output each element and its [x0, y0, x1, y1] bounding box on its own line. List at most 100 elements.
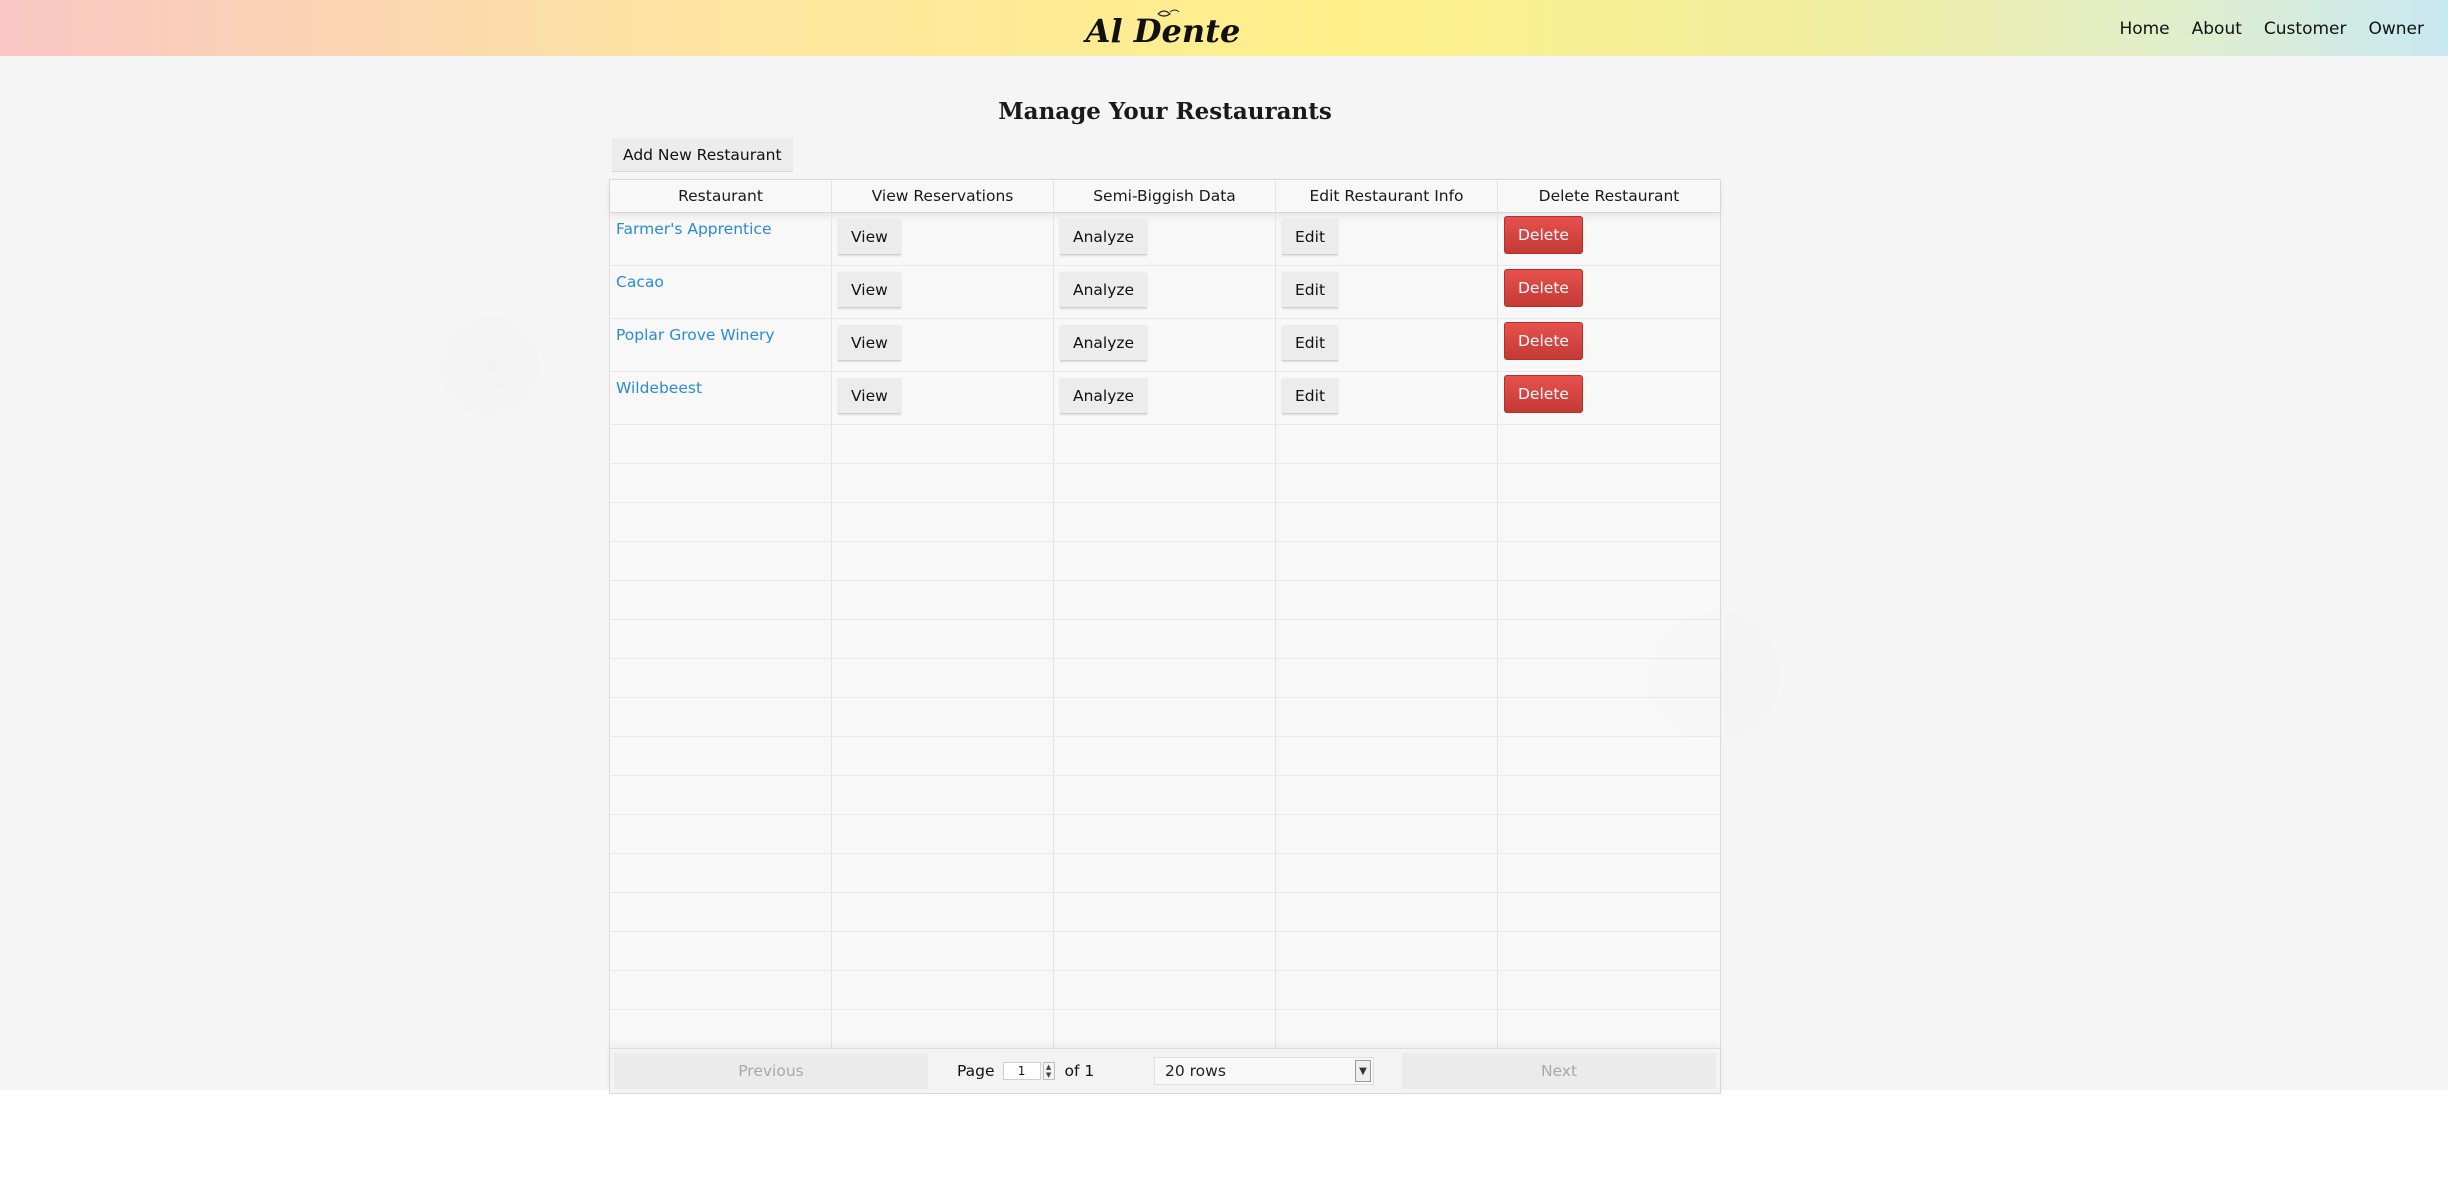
column-header-edit-restaurant-info[interactable]: Edit Restaurant Info: [1276, 180, 1498, 212]
empty-table-row: [610, 737, 1720, 776]
view-reservations-button[interactable]: View: [838, 272, 901, 308]
empty-cell: [1276, 542, 1498, 580]
empty-cell: [1276, 659, 1498, 697]
empty-table-row: [610, 503, 1720, 542]
spinner-down-icon[interactable]: ▼: [1044, 1071, 1054, 1079]
empty-cell: [832, 737, 1054, 775]
empty-cell: [1054, 854, 1276, 892]
empty-cell: [832, 581, 1054, 619]
column-header-delete-restaurant[interactable]: Delete Restaurant: [1498, 180, 1720, 212]
logo[interactable]: Al Dente: [1058, 4, 1268, 52]
analyze-button[interactable]: Analyze: [1060, 325, 1148, 361]
empty-cell: [1276, 893, 1498, 931]
empty-cell: [1498, 620, 1720, 658]
empty-cell: [610, 620, 832, 658]
empty-cell: [1498, 581, 1720, 619]
analyze-button[interactable]: Analyze: [1060, 219, 1148, 255]
table-row: Cacao View Analyze Edit Delete: [610, 266, 1720, 319]
restaurant-link[interactable]: Poplar Grove Winery: [616, 326, 775, 344]
column-header-view-reservations[interactable]: View Reservations: [832, 180, 1054, 212]
empty-cell: [832, 776, 1054, 814]
empty-cell: [1054, 971, 1276, 1009]
empty-cell: [1054, 464, 1276, 502]
empty-table-row: [610, 893, 1720, 932]
al-dente-logo-image: Al Dente: [1083, 9, 1240, 50]
page-label: Page: [957, 1062, 995, 1080]
empty-cell: [610, 776, 832, 814]
empty-cell: [1054, 932, 1276, 970]
page-spinner[interactable]: ▲ ▼: [1042, 1062, 1055, 1080]
empty-cell: [832, 464, 1054, 502]
empty-cell: [1276, 464, 1498, 502]
column-header-semi-biggish-data[interactable]: Semi-Biggish Data: [1054, 180, 1276, 212]
empty-cell: [610, 698, 832, 736]
nav-owner[interactable]: Owner: [2368, 19, 2424, 39]
pagination-bar: Previous Page 1 ▲ ▼ of 1 20 rows ▼ Next: [610, 1048, 1720, 1093]
empty-table-row: [610, 659, 1720, 698]
empty-cell: [832, 425, 1054, 463]
empty-cell: [610, 1010, 832, 1048]
column-header-restaurant[interactable]: Restaurant: [610, 180, 832, 212]
empty-cell: [1054, 698, 1276, 736]
add-restaurant-button[interactable]: Add New Restaurant: [612, 138, 793, 172]
empty-table-row: [610, 425, 1720, 464]
edit-button[interactable]: Edit: [1282, 325, 1339, 361]
restaurant-link[interactable]: Cacao: [616, 273, 664, 291]
chevron-down-icon[interactable]: ▼: [1355, 1060, 1371, 1082]
empty-table-row: [610, 698, 1720, 737]
empty-cell: [1276, 503, 1498, 541]
empty-table-row: [610, 581, 1720, 620]
empty-table-row: [610, 620, 1720, 659]
empty-cell: [1498, 698, 1720, 736]
next-button[interactable]: Next: [1402, 1053, 1716, 1089]
empty-cell: [1276, 425, 1498, 463]
empty-cell: [1498, 893, 1720, 931]
empty-cell: [1498, 815, 1720, 853]
empty-cell: [1276, 932, 1498, 970]
empty-cell: [610, 503, 832, 541]
nav-home[interactable]: Home: [2119, 19, 2169, 39]
edit-button[interactable]: Edit: [1282, 272, 1339, 308]
analyze-button[interactable]: Analyze: [1060, 378, 1148, 414]
nav-about[interactable]: About: [2192, 19, 2242, 39]
empty-cell: [1054, 581, 1276, 619]
empty-cell: [610, 893, 832, 931]
empty-cell: [832, 893, 1054, 931]
rows-per-page-select[interactable]: 20 rows ▼: [1154, 1057, 1374, 1085]
empty-cell: [1276, 1010, 1498, 1048]
empty-cell: [1276, 776, 1498, 814]
page-number-input[interactable]: 1: [1002, 1062, 1041, 1080]
view-reservations-button[interactable]: View: [838, 219, 901, 255]
table-body: Farmer's Apprentice View Analyze Edit De…: [610, 213, 1720, 1049]
empty-cell: [610, 815, 832, 853]
view-reservations-button[interactable]: View: [838, 325, 901, 361]
empty-table-row: [610, 854, 1720, 893]
restaurant-link[interactable]: Wildebeest: [616, 379, 702, 397]
empty-cell: [1054, 776, 1276, 814]
edit-button[interactable]: Edit: [1282, 378, 1339, 414]
spinner-up-icon[interactable]: ▲: [1044, 1063, 1054, 1071]
empty-cell: [1498, 776, 1720, 814]
view-reservations-button[interactable]: View: [838, 378, 901, 414]
nav-customer[interactable]: Customer: [2264, 19, 2347, 39]
empty-cell: [1054, 1010, 1276, 1048]
empty-cell: [610, 581, 832, 619]
empty-cell: [832, 698, 1054, 736]
analyze-button[interactable]: Analyze: [1060, 272, 1148, 308]
empty-cell: [832, 542, 1054, 580]
delete-button[interactable]: Delete: [1504, 322, 1583, 360]
empty-table-row: [610, 971, 1720, 1010]
empty-cell: [1498, 737, 1720, 775]
delete-button[interactable]: Delete: [1504, 375, 1583, 413]
table-row: Wildebeest View Analyze Edit Delete: [610, 372, 1720, 425]
empty-cell: [1498, 659, 1720, 697]
empty-cell: [610, 971, 832, 1009]
delete-button[interactable]: Delete: [1504, 216, 1583, 254]
previous-button[interactable]: Previous: [614, 1053, 928, 1089]
empty-table-row: [610, 464, 1720, 503]
edit-button[interactable]: Edit: [1282, 219, 1339, 255]
empty-cell: [1498, 464, 1720, 502]
empty-cell: [1276, 854, 1498, 892]
restaurant-link[interactable]: Farmer's Apprentice: [616, 220, 771, 238]
delete-button[interactable]: Delete: [1504, 269, 1583, 307]
